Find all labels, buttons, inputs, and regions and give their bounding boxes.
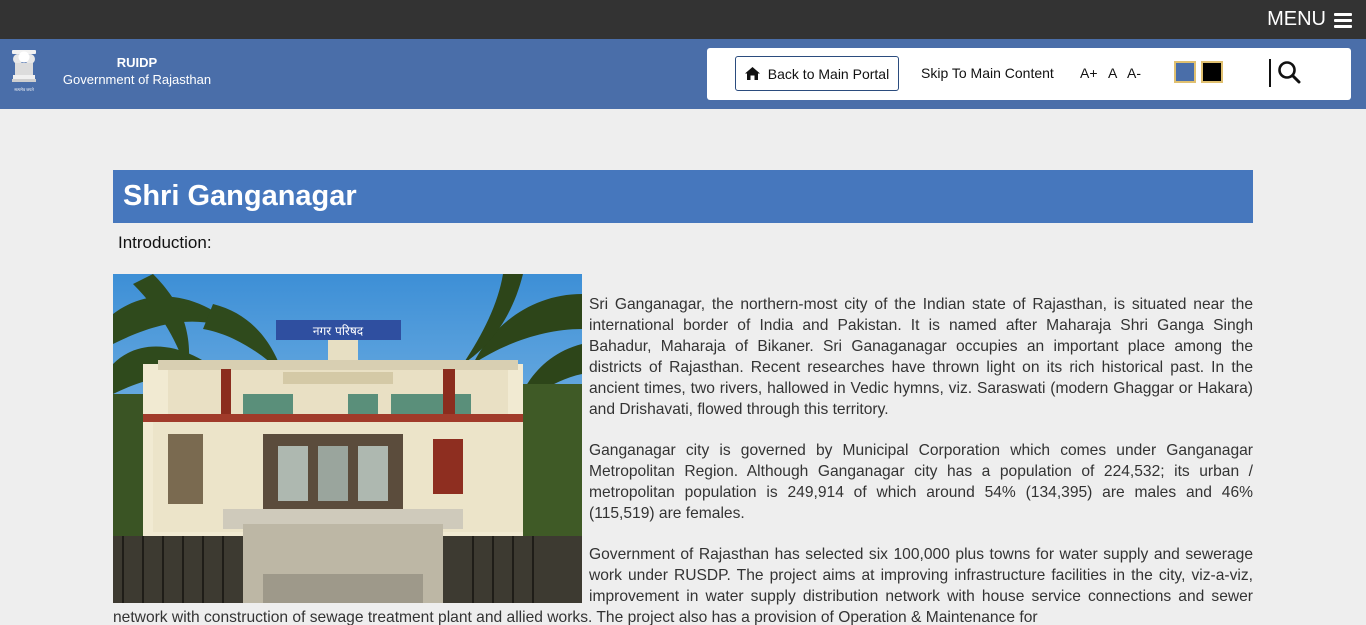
building-sign-text: नगर परिषद (313, 324, 364, 338)
brand[interactable]: RUIDP Government of Rajasthan (52, 55, 222, 89)
hamburger-icon (1334, 12, 1352, 28)
brand-name: RUIDP (116, 55, 158, 70)
font-increase-button[interactable]: A+ (1080, 65, 1098, 81)
national-emblem-logo[interactable]: सत्यमेव जयते (9, 48, 39, 96)
font-normal-button[interactable]: A (1108, 65, 1117, 81)
search-icon[interactable] (1277, 60, 1301, 84)
font-decrease-button[interactable]: A- (1127, 65, 1141, 81)
back-to-main-portal-button[interactable]: Back to Main Portal (735, 56, 899, 91)
back-button-label: Back to Main Portal (767, 65, 890, 82)
menu-button[interactable]: MENU (1267, 8, 1352, 31)
emblem-motto: सत्यमेव जयते (14, 87, 34, 92)
accessibility-toolbar: Back to Main Portal Skip To Main Content… (707, 48, 1351, 100)
brand-subtitle: Government of Rajasthan (62, 72, 212, 87)
introduction-heading: Introduction: (118, 233, 212, 252)
main-content: नगर परिषद Sri Ganganagar, the northern-m… (113, 274, 1253, 625)
top-bar: MENU (0, 0, 1366, 39)
menu-label: MENU (1267, 8, 1326, 30)
municipal-council-building-photo: नगर परिषद (113, 274, 582, 603)
dark-theme-button[interactable] (1201, 61, 1223, 83)
skip-to-main-content-link[interactable]: Skip To Main Content (921, 65, 1054, 81)
toolbar-divider (1269, 59, 1271, 87)
page-title: Shri Ganganagar (113, 170, 1253, 223)
home-icon (744, 67, 760, 80)
site-header: सत्यमेव जयते RUIDP Government of Rajasth… (0, 39, 1366, 109)
blue-theme-button[interactable] (1174, 61, 1196, 83)
